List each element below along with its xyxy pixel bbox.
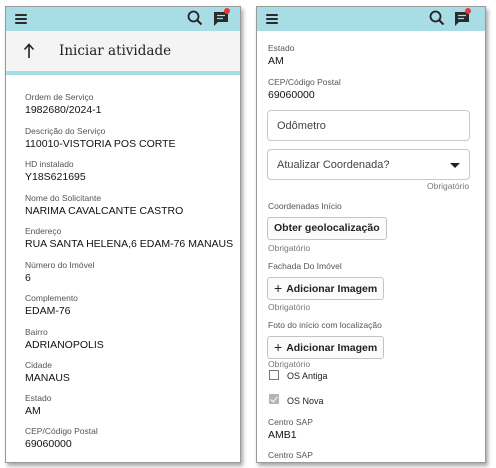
search-icon[interactable] [187, 10, 203, 26]
field-value: MANAUS [25, 372, 70, 384]
back-arrow-icon[interactable] [22, 42, 36, 60]
field-label: CEP/Código Postal [268, 77, 341, 87]
field-label: Coordenadas Início [268, 201, 342, 211]
adicionar-imagem-foto-button[interactable]: + Adicionar Imagem [267, 336, 385, 359]
field-label: Complemento [25, 293, 78, 303]
field-value: EDAM-76 [25, 305, 71, 317]
field-label: Centro SAP [268, 417, 313, 427]
field-value: 110010-VISTORIA POS CORTE [25, 138, 176, 150]
field-value: Y18S621695 [25, 171, 86, 183]
odometro-placeholder: Odômetro [277, 120, 326, 132]
search-icon[interactable] [429, 10, 445, 26]
required-text: Obrigatório [268, 243, 311, 253]
field-centro-sap-2: Centro SAP [268, 450, 313, 460]
field-label: Fachada Do Imóvel [268, 261, 342, 271]
field-value: 1982680/2024-1 [25, 104, 102, 116]
field-estado: Estado AM [25, 393, 51, 417]
field-value: 6 [25, 272, 31, 284]
field-label: Estado [268, 43, 295, 53]
required-text: Obrigatório [427, 181, 470, 191]
title-bar: Iniciar atividade [6, 31, 240, 71]
top-app-bar [6, 7, 240, 31]
atualizar-coordenada-select[interactable]: Atualizar Coordenada? [267, 149, 470, 180]
field-value: AMB1 [268, 429, 297, 441]
os-antiga-checkbox[interactable] [269, 370, 279, 380]
field-value: NARIMA CAVALCANTE CASTRO [25, 205, 184, 217]
notification-badge [224, 8, 230, 14]
field-value: ADRIANOPOLIS [25, 339, 104, 351]
fachada-imovel-label: Fachada Do Imóvel [268, 261, 342, 271]
field-centro-sap: Centro SAP AMB1 [268, 417, 313, 441]
page-title: Iniciar atividade [59, 43, 172, 59]
required-text: Obrigatório [268, 302, 311, 312]
field-label: CEP/Código Postal [25, 426, 98, 436]
field-cidade: Cidade MANAUS [25, 360, 70, 384]
field-nome-solicitante: Nome do Solicitante NARIMA CAVALCANTE CA… [25, 193, 183, 217]
coordenadas-inicio-label: Coordenadas Início [268, 201, 342, 211]
field-label: Nome do Solicitante [25, 193, 102, 203]
top-app-bar [257, 7, 485, 31]
field-label: HD instalado [25, 159, 74, 169]
required-text: Obrigatório [268, 359, 311, 369]
field-numero-imovel: Número do Imóvel 6 [25, 260, 94, 284]
os-nova-checkbox[interactable] [269, 394, 279, 404]
field-bairro: Bairro ADRIANOPOLIS [25, 327, 104, 351]
field-label: Foto do início com localização [268, 320, 382, 330]
foto-inicio-label: Foto do início com localização [268, 320, 382, 330]
adicionar-imagem-fachada-button[interactable]: + Adicionar Imagem [267, 277, 385, 300]
field-ordem-servico: Ordem de Serviço 1982680/2024-1 [25, 92, 102, 116]
button-label: Adicionar Imagem [286, 342, 378, 354]
field-label: Bairro [25, 327, 48, 337]
field-label: Endereço [25, 226, 62, 236]
field-cep: CEP/Código Postal 69060000 [25, 426, 98, 450]
plus-icon: + [274, 339, 283, 355]
field-value: AM [268, 55, 284, 67]
field-label: Cidade [25, 360, 52, 370]
hamburger-menu-icon[interactable] [266, 14, 278, 24]
select-value: Atualizar Coordenada? [277, 159, 390, 171]
field-value: 69060000 [268, 89, 315, 101]
field-estado: Estado AM [268, 43, 294, 67]
field-endereco: Endereço RUA SANTA HELENA,6 EDAM-76 MANA… [25, 226, 233, 250]
field-complemento: Complemento EDAM-76 [25, 293, 78, 317]
right-screen: Estado AM CEP/Código Postal 69060000 Odô… [256, 6, 486, 463]
field-label: Estado [25, 393, 52, 403]
notification-badge [465, 8, 471, 14]
field-value: AM [25, 405, 41, 417]
field-descricao-servico: Descrição do Serviço 110010-VISTORIA POS… [25, 126, 176, 150]
field-hd-instalado: HD instalado Y18S621695 [25, 159, 86, 183]
field-cep: CEP/Código Postal 69060000 [268, 77, 341, 101]
chevron-down-icon [450, 163, 460, 168]
field-value: RUA SANTA HELENA,6 EDAM-76 MANAUS [25, 238, 234, 250]
field-label: Descrição do Serviço [25, 126, 106, 136]
field-label: Centro SAP [268, 450, 313, 460]
left-screen: Iniciar atividade Ordem de Serviço 19826… [5, 6, 241, 463]
field-value: 69060000 [25, 438, 72, 450]
title-divider [6, 71, 240, 75]
field-label: Ordem de Serviço [25, 92, 94, 102]
os-antiga-label: OS Antiga [287, 371, 328, 381]
field-label: Número do Imóvel [25, 260, 95, 270]
obter-geolocalizacao-button[interactable]: Obter geolocalização [267, 217, 387, 240]
os-nova-label: OS Nova [287, 396, 324, 406]
plus-icon: + [274, 280, 283, 296]
button-label: Adicionar Imagem [286, 283, 378, 295]
hamburger-menu-icon[interactable] [15, 14, 27, 24]
odometro-input[interactable]: Odômetro [267, 110, 470, 141]
